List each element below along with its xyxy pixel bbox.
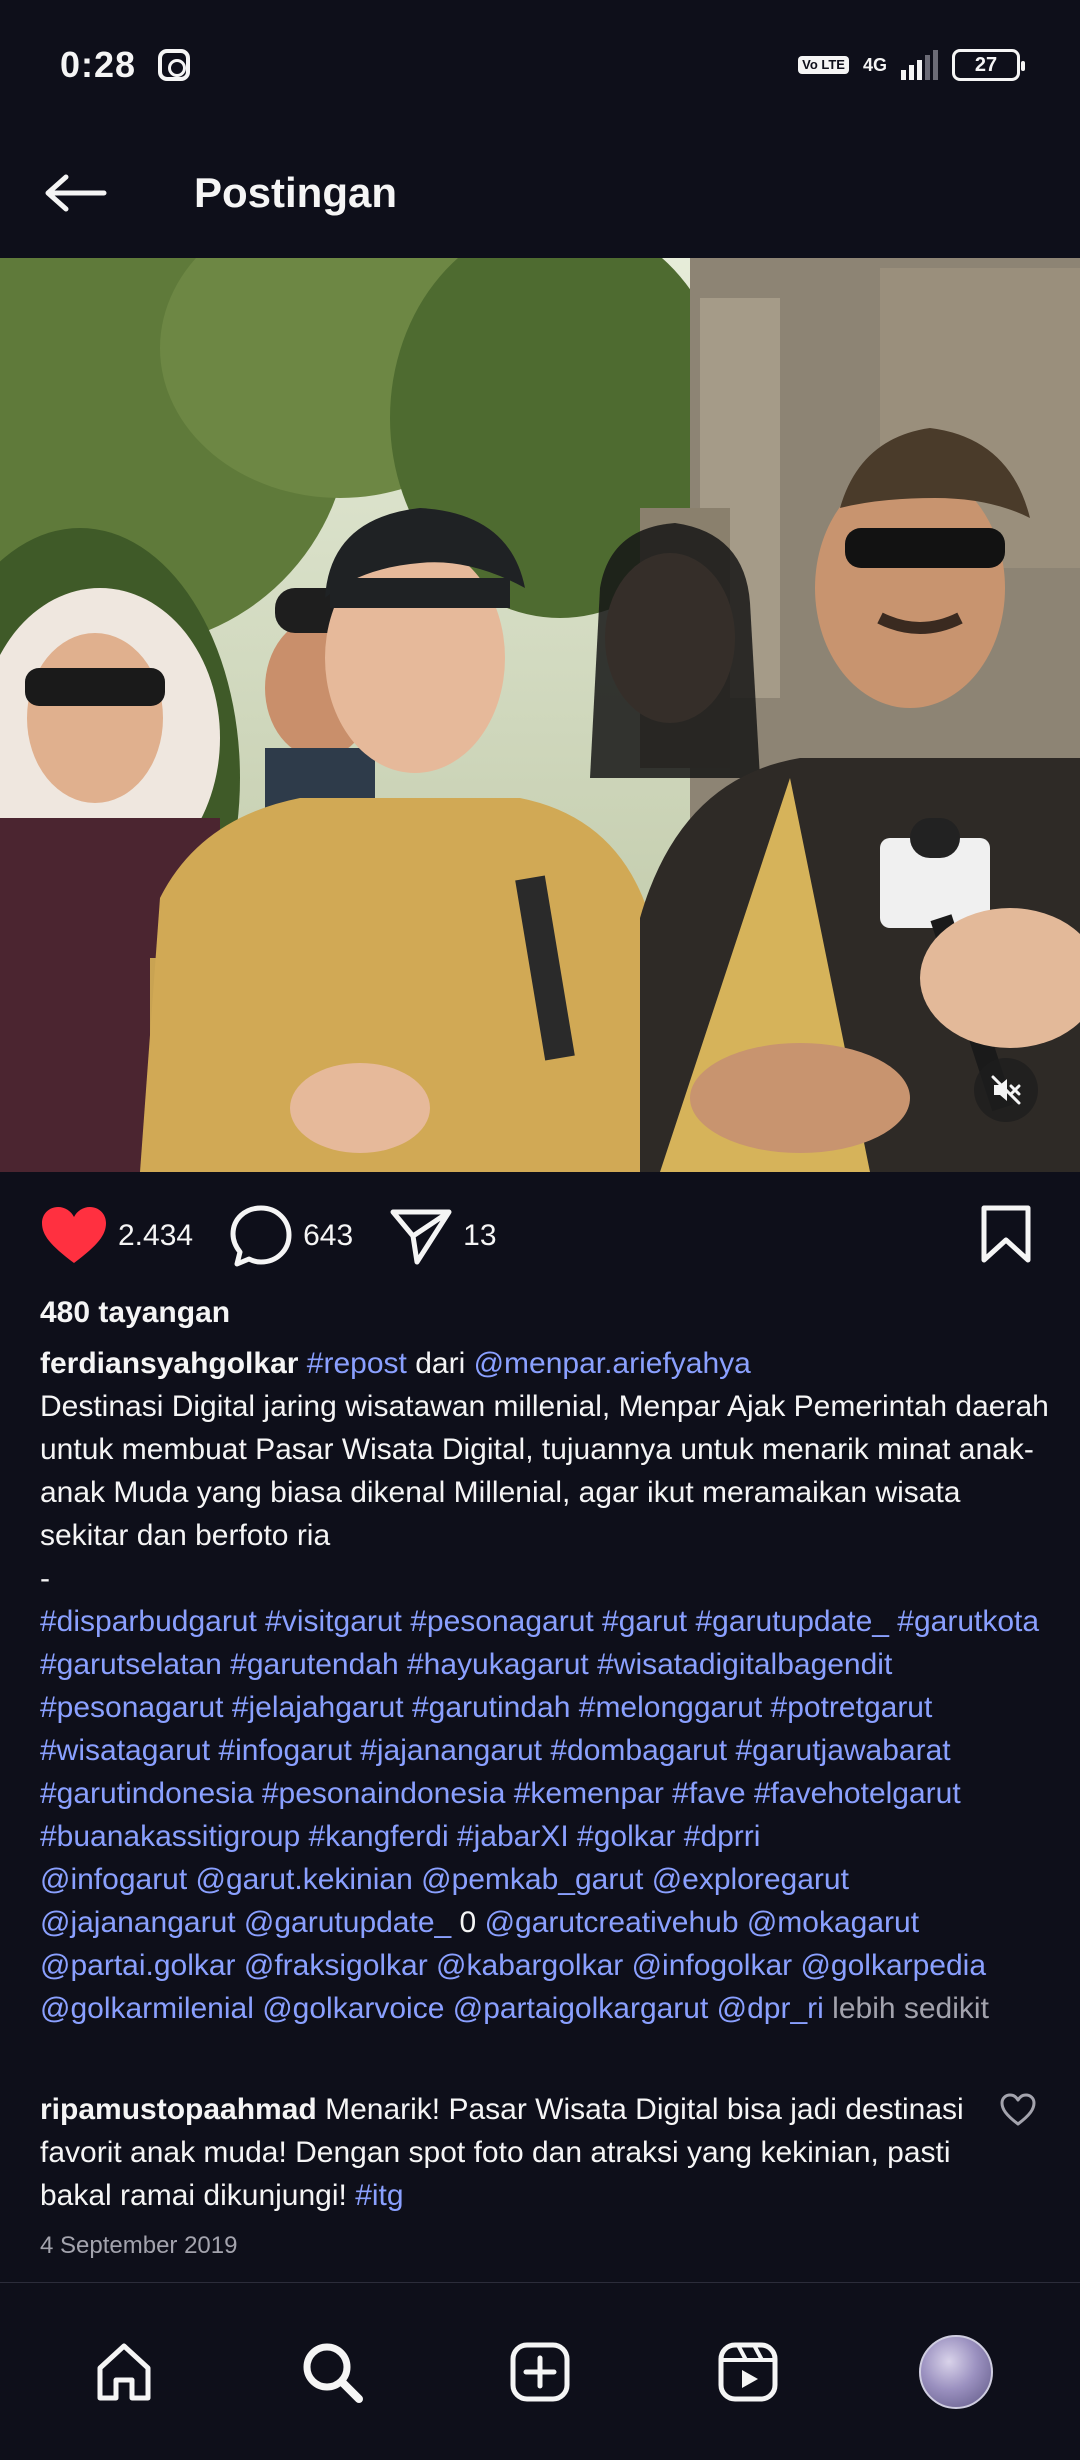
status-bar: 0:28 Vo LTE 4G 27 xyxy=(0,0,1080,130)
home-icon xyxy=(97,2343,151,2400)
view-count: 480 tayangan xyxy=(40,1296,231,1329)
status-indicators: Vo LTE 4G 27 xyxy=(798,49,1025,81)
battery-icon: 27 xyxy=(952,49,1025,81)
comment-action[interactable]: 643 xyxy=(229,1204,353,1268)
share-action[interactable]: 13 xyxy=(389,1206,497,1266)
post-caption: ferdiansyahgolkar #repost dari @menpar.a… xyxy=(40,1342,1050,2030)
mute-icon xyxy=(991,1075,1021,1105)
post-actions: 2.434 643 13 xyxy=(0,1190,1080,1282)
comment-author[interactable]: ripamustopaahmad xyxy=(40,2093,317,2126)
caption-body: Destinasi Digital jaring wisatawan mille… xyxy=(40,1390,1049,1552)
create-icon xyxy=(510,2342,570,2401)
comment-count[interactable]: 643 xyxy=(303,1219,353,1253)
page-title: Postingan xyxy=(194,169,398,216)
repost-word: dari xyxy=(415,1347,466,1380)
nav-search[interactable] xyxy=(287,2327,377,2417)
post-date: 4 September 2019 xyxy=(40,2232,238,2259)
repost-hashtag[interactable]: #repost xyxy=(307,1347,407,1380)
battery-level: 27 xyxy=(974,53,998,76)
share-count[interactable]: 13 xyxy=(463,1219,496,1253)
nav-reels[interactable] xyxy=(703,2327,793,2417)
top-nav: Postingan xyxy=(0,130,1080,256)
network-type: 4G xyxy=(862,54,887,75)
comment-hashtag[interactable]: #itg xyxy=(355,2179,403,2212)
back-button[interactable] xyxy=(36,153,116,233)
search-icon xyxy=(303,2343,363,2403)
back-arrow-icon xyxy=(45,174,107,212)
comment-item: ripamustopaahmad Menarik! Pasar Wisata D… xyxy=(40,2088,980,2217)
heart-outline-icon[interactable] xyxy=(998,2090,1038,2130)
reels-icon xyxy=(718,2342,778,2401)
like-count[interactable]: 2.434 xyxy=(118,1219,193,1253)
comment-bubble-icon[interactable] xyxy=(229,1204,293,1268)
signal-icon xyxy=(901,50,938,80)
bottom-nav xyxy=(0,2282,1080,2460)
caption-separator: - xyxy=(40,1562,50,1595)
video-frame xyxy=(0,258,1080,1172)
show-less-link[interactable]: lebih sedikit xyxy=(832,1992,989,2025)
send-icon[interactable] xyxy=(389,1206,453,1266)
heart-filled-icon[interactable] xyxy=(40,1205,108,1267)
post-video[interactable] xyxy=(0,258,1080,1172)
save-button[interactable] xyxy=(980,1204,1032,1269)
author-username[interactable]: ferdiansyahgolkar xyxy=(40,1347,298,1380)
mute-button[interactable] xyxy=(974,1058,1038,1122)
caption-mentions-zero: 0 xyxy=(459,1906,477,1939)
like-action[interactable]: 2.434 xyxy=(40,1205,193,1267)
nav-create[interactable] xyxy=(495,2327,585,2417)
repost-source-mention[interactable]: @menpar.ariefyahya xyxy=(474,1347,751,1380)
status-time: 0:28 xyxy=(60,44,137,85)
profile-avatar xyxy=(919,2334,993,2409)
instagram-icon xyxy=(158,49,191,81)
volte-badge: Vo LTE xyxy=(798,56,849,74)
bookmark-icon[interactable] xyxy=(980,1204,1032,1264)
nav-home[interactable] xyxy=(79,2327,169,2417)
nav-profile[interactable] xyxy=(911,2327,1001,2417)
caption-hashtags[interactable]: #disparbudgarut #visitgarut #pesonagarut… xyxy=(40,1600,1050,1858)
